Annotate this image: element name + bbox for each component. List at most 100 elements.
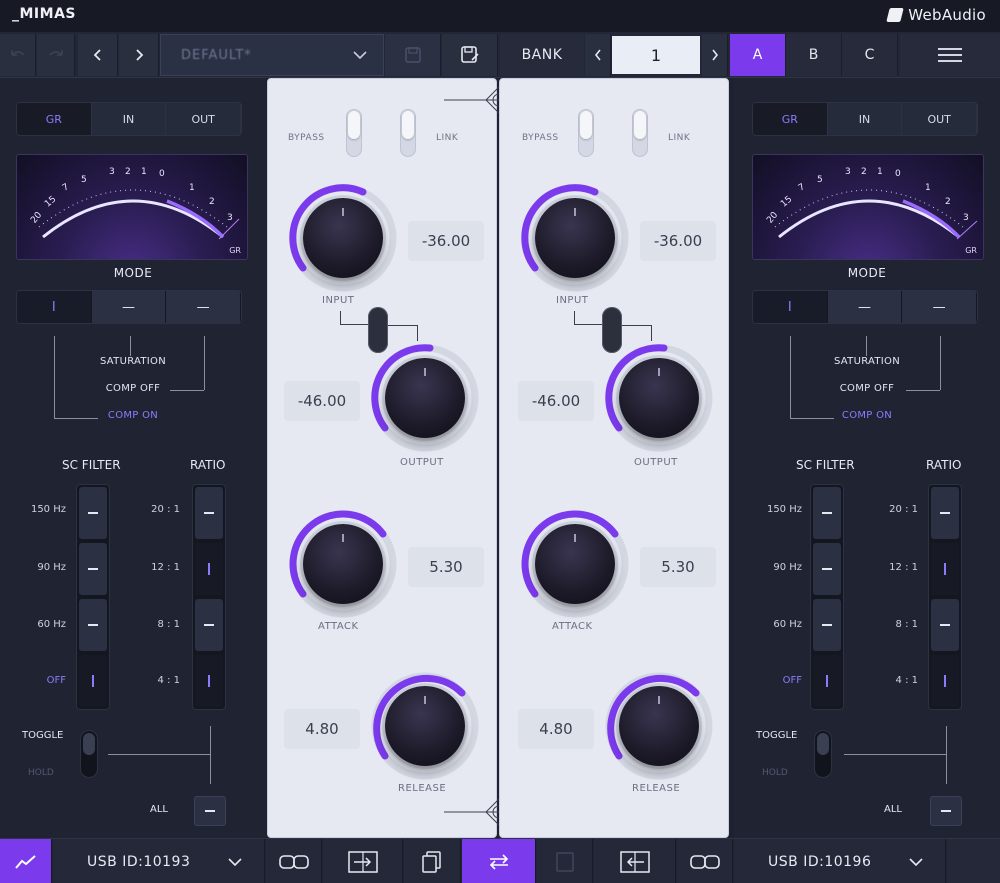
usb-left-value: USB ID:10193 (87, 853, 191, 870)
link-channels-button[interactable] (266, 839, 322, 883)
right-tab-gr[interactable]: GR (753, 103, 828, 135)
release-knob[interactable] (370, 671, 480, 781)
bank-next-button[interactable] (702, 34, 728, 76)
attack-label: ATTACK (552, 621, 593, 632)
left-tab-gr[interactable]: GR (17, 103, 92, 135)
attack-value[interactable]: 5.30 (408, 547, 484, 587)
bypass-switch[interactable] (578, 109, 594, 157)
redo-button[interactable] (37, 34, 75, 76)
release-value[interactable]: 4.80 (518, 709, 594, 749)
right-all-label: ALL (884, 804, 902, 815)
left-mode-2[interactable]: — (91, 291, 167, 323)
link-channels-button-right[interactable] (677, 839, 733, 883)
save-button-disabled[interactable] (385, 34, 441, 76)
right-ratio-switch-12[interactable] (931, 543, 959, 595)
menu-button[interactable] (900, 34, 1000, 76)
right-tab-out[interactable]: OUT (902, 103, 977, 135)
right-mode-3[interactable]: — (902, 291, 977, 323)
output-knob[interactable] (604, 343, 714, 453)
left-all-button[interactable] (194, 796, 226, 826)
bank-number-field[interactable]: 1 (612, 36, 700, 74)
right-mode-1[interactable]: I (753, 291, 828, 323)
left-ratio-switch-8[interactable] (195, 599, 223, 651)
bottom-spare-button[interactable] (947, 839, 1000, 883)
right-sc-switch-60[interactable] (813, 599, 841, 651)
attack-value[interactable]: 5.30 (640, 547, 716, 587)
preset-select[interactable]: DEFAULT* (160, 34, 384, 76)
meter-tick: 1 (189, 183, 195, 193)
right-mode-opt-comp-off: COMP OFF (839, 383, 895, 394)
left-sc-switch-150[interactable] (79, 487, 107, 539)
left-tab-in[interactable]: IN (91, 103, 167, 135)
right-toggle-switch[interactable] (814, 730, 832, 778)
usb-left-select[interactable]: USB ID:10193 (53, 839, 265, 883)
left-sc-switch-off[interactable] (79, 655, 107, 707)
left-tab-out[interactable]: OUT (166, 103, 241, 135)
slot-b-button[interactable]: B (786, 34, 842, 76)
bank-prev-button[interactable] (585, 34, 611, 76)
undo-button[interactable] (0, 34, 36, 76)
bypass-switch[interactable] (346, 109, 362, 157)
right-sc-row-label: OFF (782, 675, 802, 686)
swap-channels-button[interactable] (462, 839, 536, 883)
left-toggle-switch[interactable] (80, 730, 98, 778)
right-meter-tabs: GR IN OUT (752, 102, 978, 136)
slot-a-button[interactable]: A (730, 34, 786, 76)
right-all-button[interactable] (930, 796, 962, 826)
title-bar: _MIMAS WebAudio (0, 0, 1000, 32)
usb-right-select[interactable]: USB ID:10196 (734, 839, 946, 883)
link-connector (340, 311, 368, 325)
right-ratio-switch-4[interactable] (931, 655, 959, 707)
left-mode-1[interactable]: I (17, 291, 92, 323)
right-ratio-switch-8[interactable] (931, 599, 959, 651)
right-vu-meter: 20 15 7 5 3 2 1 0 1 2 3 GR (752, 154, 984, 260)
output-value[interactable]: -46.00 (284, 381, 360, 421)
left-sc-switch-60[interactable] (79, 599, 107, 651)
link-switch[interactable] (632, 109, 648, 157)
prev-preset-button[interactable] (78, 34, 118, 76)
brand: WebAudio (886, 6, 986, 24)
right-sc-row-label: 60 Hz (773, 619, 802, 630)
left-sc-switch-90[interactable] (79, 543, 107, 595)
left-ratio-switch-4[interactable] (195, 655, 223, 707)
release-value[interactable]: 4.80 (284, 709, 360, 749)
input-value[interactable]: -36.00 (640, 221, 716, 261)
graph-view-button[interactable] (0, 839, 52, 883)
toolbar: DEFAULT* BANK 1 A B C (0, 32, 1000, 78)
left-ratio-switch-12[interactable] (195, 543, 223, 595)
right-side-panel: GR IN OUT 20 15 7 5 3 2 1 0 1 2 3 GR MOD… (734, 78, 1000, 838)
right-sc-switch-150[interactable] (813, 487, 841, 539)
left-sc-row-label: 150 Hz (30, 504, 66, 515)
right-ratio-switch-20[interactable] (931, 487, 959, 539)
input-knob[interactable] (288, 183, 398, 293)
release-knob[interactable] (604, 671, 714, 781)
undo-icon (10, 50, 25, 56)
attack-knob[interactable] (520, 509, 630, 619)
input-knob[interactable] (520, 183, 630, 293)
duplicate-button[interactable] (404, 839, 461, 883)
output-knob[interactable] (370, 343, 480, 453)
right-mode-opt-saturation: SATURATION (833, 356, 901, 367)
right-sc-switch-off[interactable] (813, 655, 841, 707)
attack-knob[interactable] (288, 509, 398, 619)
copy-left-to-right-button[interactable] (323, 839, 403, 883)
input-value[interactable]: -36.00 (408, 221, 484, 261)
clear-button-disabled[interactable] (537, 839, 593, 883)
left-mode-3[interactable]: — (166, 291, 241, 323)
right-mode-opt-comp-on: COMP ON (841, 410, 893, 421)
mode-connector (866, 336, 867, 356)
right-tab-in[interactable]: IN (827, 103, 903, 135)
next-preset-button[interactable] (119, 34, 159, 76)
link-switch[interactable] (400, 109, 416, 157)
right-ratio-row-label: 8 : 1 (895, 619, 918, 630)
slot-c-button[interactable]: C (842, 34, 898, 76)
right-sc-switch-90[interactable] (813, 543, 841, 595)
right-mode-2[interactable]: — (827, 291, 903, 323)
copy-right-to-left-button[interactable] (594, 839, 676, 883)
bypass-label: BYPASS (522, 133, 559, 143)
link-connector (574, 311, 602, 325)
left-ratio-switch-20[interactable] (195, 487, 223, 539)
left-ratio-row-label: 8 : 1 (157, 619, 180, 630)
output-value[interactable]: -46.00 (518, 381, 594, 421)
save-as-button[interactable] (442, 34, 498, 76)
